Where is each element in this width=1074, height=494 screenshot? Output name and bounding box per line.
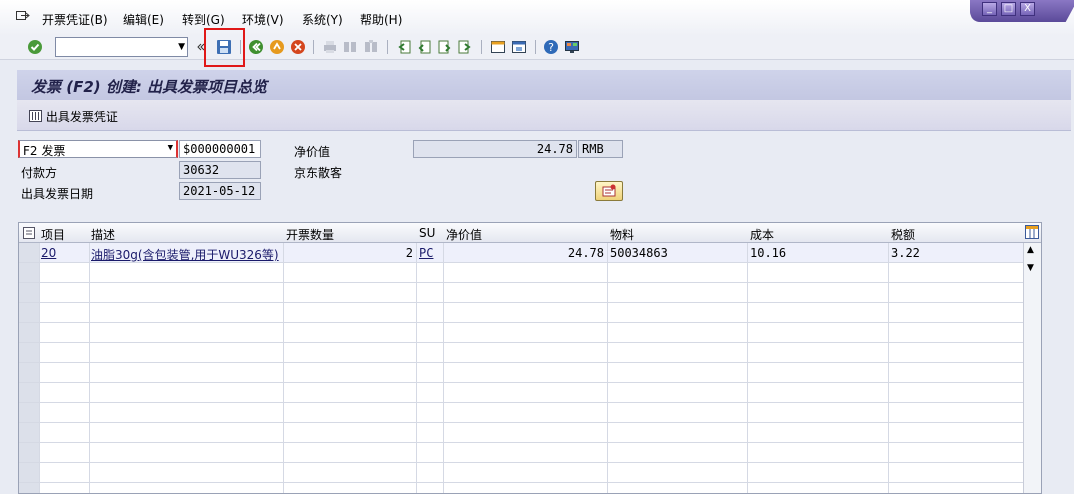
find-next-icon: [365, 40, 377, 52]
row-divider: [19, 442, 1023, 443]
column-header-tax[interactable]: 税额: [891, 226, 915, 243]
window-controls: _ □ X: [970, 0, 1074, 22]
billing-type-value: F2 发票: [23, 144, 66, 158]
vertical-scrollbar[interactable]: ▲ ▼: [1023, 243, 1041, 493]
column-header-cost[interactable]: 成本: [750, 226, 774, 243]
net-value-field: 24.78: [413, 140, 577, 158]
row-selector-column[interactable]: [19, 243, 39, 493]
previous-page-icon[interactable]: [416, 39, 432, 55]
table-settings-icon[interactable]: [1025, 225, 1039, 239]
column-divider: [607, 223, 608, 493]
menu-billing-document[interactable]: 开票凭证(B): [42, 11, 108, 28]
payer-field: 30632: [179, 161, 261, 179]
column-divider: [443, 223, 444, 493]
toolbar-separator: [535, 40, 536, 54]
maximize-button[interactable]: □: [1001, 2, 1016, 16]
page-title: 发票 (F2) 创建: 出具发票项目总览: [31, 78, 268, 96]
scroll-down-icon[interactable]: ▼: [1027, 263, 1034, 273]
row-su[interactable]: PC: [419, 246, 433, 260]
column-divider: [39, 223, 40, 493]
document-number-field[interactable]: $000000001: [179, 140, 261, 158]
table-header: 项目 描述 开票数量 SU 净价值 物料 成本 税额: [19, 223, 1041, 243]
row-divider: [19, 402, 1023, 403]
billing-type-select[interactable]: F2 发票 ▼: [18, 140, 178, 158]
chevron-down-icon[interactable]: ▼: [178, 42, 185, 52]
menu-bar: 开票凭证(B) 编辑(E) 转到(G) 环境(V) 系统(Y) 帮助(H) _ …: [0, 0, 1074, 36]
application-toolbar: 出具发票凭证: [17, 100, 1071, 131]
payer-name: 京东散客: [294, 166, 343, 180]
command-field[interactable]: ▼: [55, 37, 188, 57]
invoice-documents-label: 出具发票凭证: [45, 110, 118, 124]
row-quantity[interactable]: 2: [285, 246, 413, 260]
billing-date-label: 出具发票日期: [21, 187, 94, 201]
menu-toggle-icon[interactable]: [16, 11, 30, 23]
items-table: 项目 描述 开票数量 SU 净价值 物料 成本 税额 20 油脂30g(含包装管…: [18, 222, 1042, 494]
menu-goto[interactable]: 转到(G): [182, 11, 225, 28]
currency-field: RMB: [578, 140, 623, 158]
row-divider: [19, 342, 1023, 343]
last-page-icon[interactable]: [457, 39, 473, 55]
cancel-icon[interactable]: [290, 39, 306, 55]
enter-icon[interactable]: [27, 39, 43, 55]
column-header-su[interactable]: SU: [419, 226, 435, 240]
details-icon: [602, 184, 616, 197]
row-tax[interactable]: 3.22: [891, 246, 920, 260]
billing-date-field: 2021-05-12: [179, 182, 261, 200]
row-divider: [19, 282, 1023, 283]
menu-system[interactable]: 系统(Y): [302, 11, 343, 28]
column-header-description[interactable]: 描述: [91, 226, 115, 243]
row-divider: [19, 462, 1023, 463]
select-all-icon[interactable]: [23, 227, 35, 239]
column-divider: [747, 223, 748, 493]
row-divider: [19, 362, 1023, 363]
row-net-value[interactable]: 24.78: [445, 246, 604, 260]
help-icon[interactable]: ?: [543, 39, 559, 55]
save-highlight-box: [204, 28, 245, 67]
close-button[interactable]: X: [1020, 2, 1035, 16]
toolbar-separator: [313, 40, 314, 54]
row-divider: [19, 302, 1023, 303]
column-header-net-value[interactable]: 净价值: [446, 226, 482, 243]
row-description[interactable]: 油脂30g(含包装管,用于WU326等): [91, 246, 279, 263]
column-header-material[interactable]: 物料: [610, 226, 634, 243]
svg-text:?: ?: [548, 41, 554, 54]
row-divider: [19, 482, 1023, 483]
list-icon: [29, 110, 42, 122]
minimize-button[interactable]: _: [982, 2, 997, 16]
column-header-billed-quantity[interactable]: 开票数量: [286, 226, 334, 243]
create-session-icon[interactable]: [490, 39, 506, 55]
menu-environment[interactable]: 环境(V): [242, 11, 284, 28]
row-item-number[interactable]: 20: [41, 246, 56, 260]
menu-help[interactable]: 帮助(H): [360, 11, 402, 28]
find-icon: [344, 42, 356, 52]
row-divider: [19, 422, 1023, 423]
header-details-button[interactable]: [595, 181, 623, 201]
column-divider: [888, 223, 889, 493]
column-header-item[interactable]: 项目: [41, 226, 65, 243]
menu-edit[interactable]: 编辑(E): [123, 11, 164, 28]
net-value-label: 净价值: [294, 145, 331, 159]
invoice-documents-button[interactable]: 出具发票凭证: [29, 108, 118, 125]
print-icon: [324, 41, 336, 53]
grid-icon: [1026, 226, 1038, 238]
column-divider: [89, 223, 90, 493]
toolbar-separator: [387, 40, 388, 54]
row-cost[interactable]: 10.16: [750, 246, 786, 260]
column-divider: [283, 223, 284, 493]
row-divider: [19, 322, 1023, 323]
shortcut-icon[interactable]: [511, 39, 527, 55]
back-icon[interactable]: [248, 39, 264, 55]
next-page-icon[interactable]: [437, 39, 453, 55]
chevron-down-icon[interactable]: ▼: [168, 143, 173, 153]
screen-title-bar: 发票 (F2) 创建: 出具发票项目总览: [17, 70, 1071, 100]
toolbar-separator: [481, 40, 482, 54]
first-page-icon[interactable]: [396, 39, 412, 55]
scroll-up-icon[interactable]: ▲: [1027, 245, 1034, 255]
column-divider: [416, 223, 417, 493]
row-material[interactable]: 50034863: [610, 246, 668, 260]
payer-label: 付款方: [21, 166, 58, 180]
exit-icon[interactable]: [269, 39, 285, 55]
layout-icon[interactable]: [564, 39, 580, 55]
row-divider: [19, 382, 1023, 383]
